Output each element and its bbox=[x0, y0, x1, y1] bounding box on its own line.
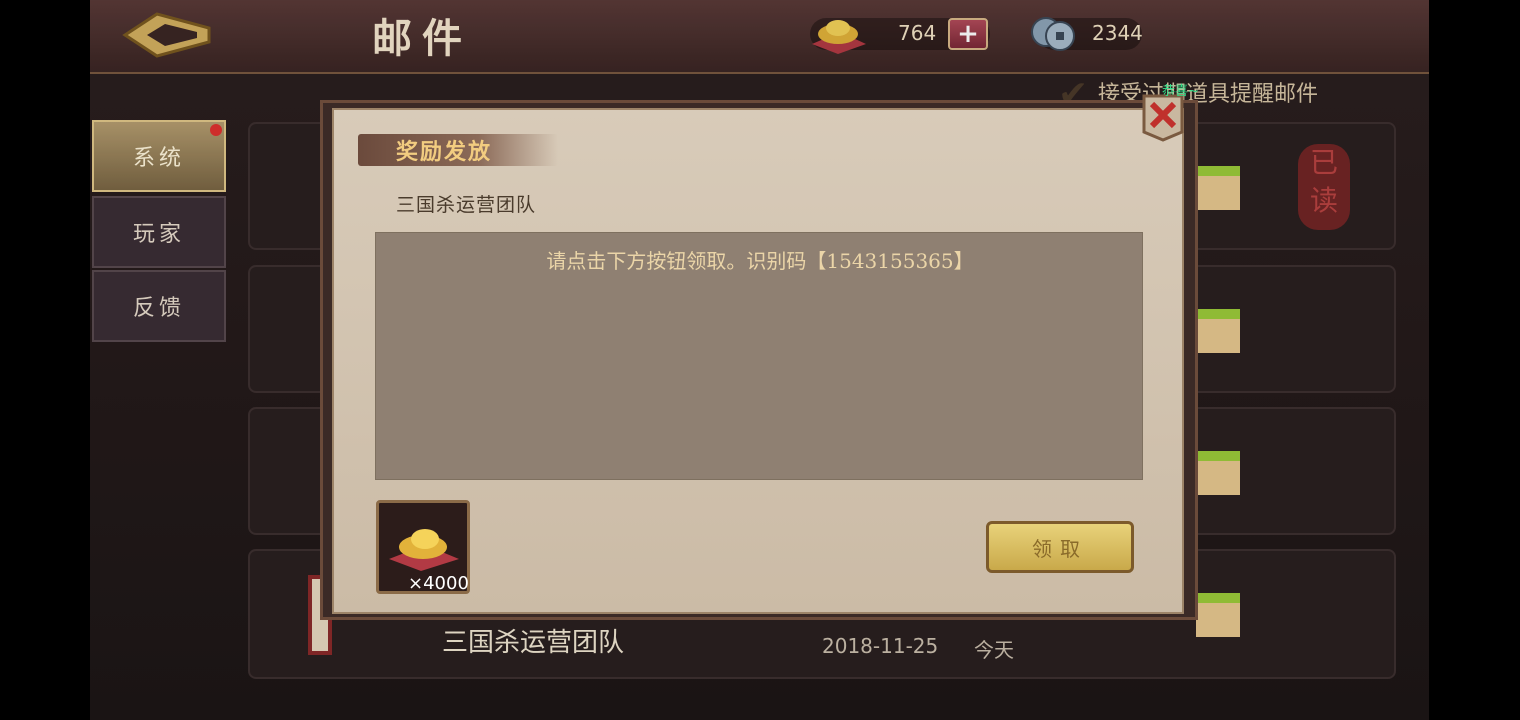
dialog-title: 奖励发放 bbox=[396, 139, 493, 165]
message-text: 请点击下方按钮领取。识别码【1543155365】 bbox=[546, 249, 974, 273]
claim-button[interactable]: 领取 bbox=[986, 521, 1134, 573]
gold-ingot-icon bbox=[389, 529, 459, 571]
message-box: 请点击下方按钮领取。识别码【1543155365】 bbox=[375, 232, 1143, 480]
close-icon bbox=[1142, 94, 1184, 142]
close-button[interactable] bbox=[1140, 94, 1186, 142]
tip-text: 恭喜~ bbox=[1162, 84, 1199, 99]
dialog-sender: 三国杀运营团队 bbox=[396, 194, 537, 216]
reward-count: ×4000 bbox=[408, 573, 469, 594]
mail-screen: 邮件 764 + 2344 ✔ 接受过期道具提醒邮件 系统 玩家 反馈 已读 三… bbox=[90, 0, 1429, 720]
